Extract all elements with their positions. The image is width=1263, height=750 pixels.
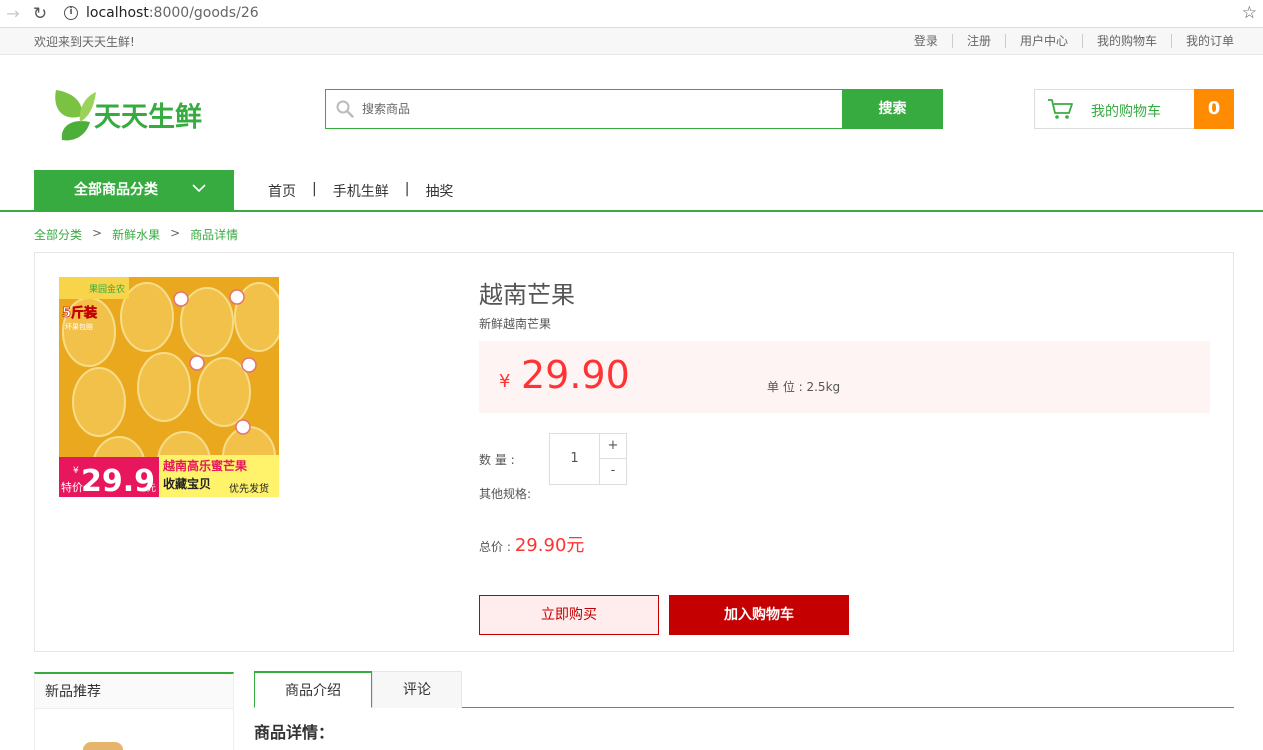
add-to-cart-button[interactable]: 加入购物车: [669, 595, 849, 635]
image-line1-text: 越南高乐蜜芒果: [162, 458, 247, 473]
url-path: :8000/goods/26: [148, 5, 259, 21]
detail-tabs: 商品介绍 评论: [254, 671, 1234, 708]
quantity-increase-button[interactable]: +: [600, 434, 626, 459]
cart-icon: [1048, 99, 1073, 119]
image-price-text: 29.9: [81, 464, 155, 497]
top-bar: 欢迎来到天天生鲜! 登录 注册 用户中心 我的购物车 我的订单: [0, 28, 1263, 55]
search-button[interactable]: 搜索: [842, 89, 943, 129]
search-input[interactable]: [362, 98, 832, 120]
product-unit: 单 位 : 2.5kg: [767, 380, 841, 394]
new-goods-title: 新品推荐: [35, 674, 233, 709]
breadcrumb-detail[interactable]: 商品详情: [190, 226, 238, 243]
chevron-down-icon: [192, 184, 206, 193]
product-description: 新鲜越南芒果: [479, 317, 552, 331]
new-goods-thumbnail[interactable]: [83, 742, 123, 750]
total-amount: 29.90元: [514, 535, 585, 556]
cart-widget[interactable]: 我的购物车 0: [1034, 89, 1234, 129]
buy-now-button[interactable]: 立即购买: [479, 595, 659, 635]
tab-product-intro[interactable]: 商品介绍: [254, 671, 372, 708]
quantity-label: 数 量 :: [479, 453, 515, 467]
breadcrumb: 全部分类 > 新鲜水果 > 商品详情: [34, 226, 238, 243]
total-label: 总价 :: [479, 540, 511, 554]
image-pack-text: 5斤装: [62, 305, 97, 321]
reload-icon[interactable]: ↻: [30, 4, 50, 24]
browser-toolbar: → ↻ i localhost:8000/goods/26 ☆: [0, 0, 1263, 28]
new-goods-panel: 新品推荐: [34, 672, 234, 750]
price-box: ¥ 29.90 单 位 : 2.5kg: [479, 341, 1210, 413]
all-categories-label: 全部商品分类: [74, 182, 158, 198]
nav-separator: |: [404, 181, 410, 197]
image-yen-text: ¥: [73, 466, 79, 476]
image-brand-text: 果园金农: [89, 283, 125, 295]
cart-label: 我的购物车: [1091, 104, 1161, 120]
register-link[interactable]: 注册: [951, 34, 1005, 48]
nav-links: 首页 | 手机生鲜 | 抽奖: [268, 181, 453, 201]
image-sale-label: 特价: [61, 480, 83, 494]
site-logo[interactable]: 天天生鲜: [50, 82, 210, 146]
image-price-unit: 元: [147, 484, 156, 494]
search-icon: [336, 100, 354, 118]
top-links: 登录 注册 用户中心 我的购物车 我的订单: [900, 32, 1234, 48]
quantity-stepper: 1 + -: [549, 433, 627, 485]
quantity-decrease-button[interactable]: -: [600, 459, 626, 484]
nav-lottery[interactable]: 抽奖: [425, 181, 453, 201]
breadcrumb-fruit[interactable]: 新鲜水果: [112, 226, 160, 243]
product-name: 越南芒果: [479, 281, 575, 309]
image-pack-sub-text: 坏果包赔: [65, 322, 93, 331]
image-line3-text: 优先发货: [229, 482, 269, 495]
currency-symbol: ¥: [499, 371, 511, 392]
user-center-link[interactable]: 用户中心: [1004, 34, 1082, 48]
my-cart-link[interactable]: 我的购物车: [1081, 34, 1171, 48]
login-link[interactable]: 登录: [900, 34, 952, 48]
logo-text: 天天生鲜: [94, 102, 202, 133]
product-panel: 果园金农 5斤装 坏果包赔 ¥ 特价 29.9 元 越南高乐蜜芒果 收藏宝贝 优…: [34, 252, 1234, 652]
nav-home[interactable]: 首页: [268, 181, 296, 201]
search-box: 搜索: [325, 89, 943, 129]
image-line2-text: 收藏宝贝: [163, 476, 211, 491]
other-spec-label: 其他规格:: [479, 487, 532, 501]
detail-title: 商品详情：: [254, 723, 335, 742]
back-icon[interactable]: →: [3, 4, 23, 24]
product-image: 果园金农 5斤装 坏果包赔 ¥ 特价 29.9 元 越南高乐蜜芒果 收藏宝贝 优…: [59, 277, 279, 497]
my-orders-link[interactable]: 我的订单: [1170, 34, 1234, 48]
quantity-input[interactable]: 1: [550, 434, 600, 484]
nav-separator: |: [312, 181, 317, 197]
all-categories-button[interactable]: 全部商品分类: [34, 170, 234, 212]
total-price: 总价 : 29.90元: [479, 531, 584, 557]
address-bar[interactable]: localhost:8000/goods/26: [86, 5, 259, 21]
breadcrumb-all[interactable]: 全部分类: [34, 226, 82, 243]
star-icon[interactable]: ☆: [1242, 3, 1257, 23]
tab-comments[interactable]: 评论: [372, 671, 462, 708]
info-icon[interactable]: i: [64, 6, 78, 20]
main-nav: 全部商品分类 首页 | 手机生鲜 | 抽奖: [0, 170, 1263, 212]
nav-mobile-fresh[interactable]: 手机生鲜: [333, 181, 389, 201]
welcome-text: 欢迎来到天天生鲜!: [34, 35, 135, 49]
cart-count-badge: 0: [1194, 89, 1234, 129]
breadcrumb-separator: >: [170, 226, 181, 240]
product-price: 29.90: [521, 353, 630, 397]
url-host: localhost: [86, 5, 149, 21]
breadcrumb-separator: >: [92, 226, 103, 240]
